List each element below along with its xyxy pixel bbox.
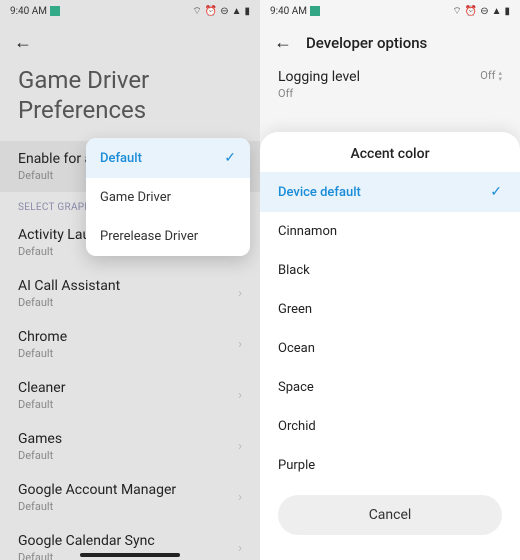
chevron-right-icon: › bbox=[238, 541, 242, 556]
accent-color-sheet: Accent color Device default ✓ Cinnamon B… bbox=[260, 132, 520, 560]
phone-left: 9:40 AM ⌔ ⏰ ⊖ ▲ ▮ ← Game Driver Preferen… bbox=[0, 0, 260, 560]
list-item[interactable]: ChromeDefault› bbox=[0, 319, 260, 370]
chevron-right-icon: › bbox=[238, 286, 242, 301]
wifi-icon: ▲ bbox=[232, 6, 242, 17]
chevron-right-icon: › bbox=[238, 439, 242, 454]
accent-option-space[interactable]: Space bbox=[260, 368, 520, 407]
list-item[interactable]: AI Call AssistantDefault› bbox=[0, 268, 260, 319]
dropdown-item-default[interactable]: Default ✓ bbox=[86, 138, 250, 178]
status-icons: ⌔ ⏰ ⊖ ▲ ▮ bbox=[192, 5, 250, 18]
phone-right: 9:40 AM ⌔ ⏰ ⊖ ▲ ▮ ← Developer options Lo… bbox=[260, 0, 520, 560]
list-item[interactable]: Google Account ManagerDefault› bbox=[0, 472, 260, 523]
dnd-icon: ⊖ bbox=[220, 6, 228, 17]
check-icon: ✓ bbox=[490, 184, 502, 200]
alarm-icon: ⏰ bbox=[205, 6, 217, 17]
accent-option-orchid[interactable]: Orchid bbox=[260, 407, 520, 446]
home-indicator[interactable] bbox=[80, 553, 180, 557]
dropdown-item-prerelease[interactable]: Prerelease Driver bbox=[86, 217, 250, 256]
sheet-title: Accent color bbox=[260, 132, 520, 172]
accent-option-purple[interactable]: Purple bbox=[260, 446, 520, 485]
accent-option-ocean[interactable]: Ocean bbox=[260, 329, 520, 368]
accent-option-cinnamon[interactable]: Cinnamon bbox=[260, 212, 520, 251]
accent-option-green[interactable]: Green bbox=[260, 290, 520, 329]
check-icon: ✓ bbox=[224, 150, 236, 166]
chevron-right-icon: › bbox=[238, 388, 242, 403]
app-badge-icon bbox=[50, 6, 60, 16]
page-title: Game Driver Preferences bbox=[0, 59, 260, 141]
chevron-right-icon: › bbox=[238, 337, 242, 352]
header: ← bbox=[0, 22, 260, 59]
accent-option-black[interactable]: Black bbox=[260, 251, 520, 290]
accent-option-device-default[interactable]: Device default ✓ bbox=[260, 172, 520, 212]
list-item[interactable]: CleanerDefault› bbox=[0, 370, 260, 421]
battery-icon: ▮ bbox=[244, 6, 250, 17]
status-time: 9:40 AM bbox=[10, 6, 47, 17]
bluetooth-icon: ⌔ bbox=[192, 5, 201, 18]
chevron-right-icon: › bbox=[238, 490, 242, 505]
list-item[interactable]: GamesDefault› bbox=[0, 421, 260, 472]
dropdown-item-game-driver[interactable]: Game Driver bbox=[86, 178, 250, 217]
driver-dropdown: Default ✓ Game Driver Prerelease Driver bbox=[86, 138, 250, 256]
status-bar: 9:40 AM ⌔ ⏰ ⊖ ▲ ▮ bbox=[0, 0, 260, 22]
cancel-button[interactable]: Cancel bbox=[278, 495, 502, 535]
back-icon[interactable]: ← bbox=[14, 32, 32, 53]
